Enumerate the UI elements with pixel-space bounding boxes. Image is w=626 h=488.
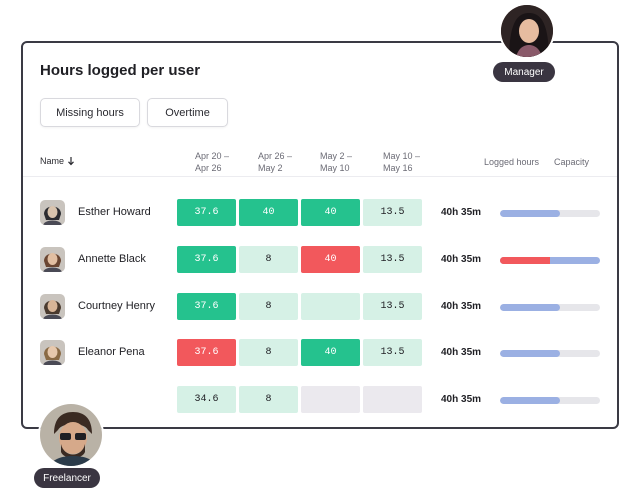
week-header-2: Apr 26 – May 2 <box>258 150 318 174</box>
freelancer-avatar <box>38 402 104 468</box>
capacity-header: Capacity <box>554 157 590 167</box>
hours-cell[interactable]: 37.6 <box>177 246 236 273</box>
week-header-3-end: May 10 <box>320 163 350 173</box>
logged-hours-value: 40h 35m <box>441 394 482 405</box>
capacity-over-fill <box>500 257 550 264</box>
user-photo-icon <box>40 247 65 272</box>
capacity-bar <box>500 397 600 404</box>
week-header-1: Apr 20 – Apr 26 <box>195 150 255 174</box>
user-photo-icon <box>40 200 65 225</box>
capacity-bar <box>500 350 600 357</box>
week-header-3: May 2 – May 10 <box>320 150 380 174</box>
sort-down-icon <box>68 157 74 166</box>
freelancer-photo-icon <box>40 404 102 466</box>
week-header-2-end: May 2 <box>258 163 283 173</box>
manager-badge: Manager <box>493 62 555 82</box>
hours-cell[interactable]: 13.5 <box>363 199 422 226</box>
hours-cell[interactable]: 8 <box>239 339 298 366</box>
capacity-bar <box>500 304 600 311</box>
week-header-1-end: Apr 26 <box>195 163 222 173</box>
hours-cell[interactable] <box>363 386 422 413</box>
logged-hours-value: 40h 35m <box>441 207 482 218</box>
hours-cell[interactable] <box>301 293 360 320</box>
week-header-4-end: May 16 <box>383 163 413 173</box>
capacity-fill <box>500 350 560 357</box>
name-column-header[interactable]: Name <box>40 156 75 166</box>
user-name[interactable]: Courtney Henry <box>78 300 155 312</box>
hours-cell[interactable]: 8 <box>239 246 298 273</box>
hours-cell[interactable]: 40 <box>301 246 360 273</box>
logged-hours-header: Logged hours <box>484 157 540 167</box>
hours-cell[interactable]: 34.6 <box>177 386 236 413</box>
capacity-fill <box>500 397 560 404</box>
hours-cell[interactable]: 13.5 <box>363 246 422 273</box>
week-header-4-start: May 10 – <box>383 151 421 161</box>
hours-cell[interactable]: 40 <box>239 199 298 226</box>
capacity-fill <box>500 304 560 311</box>
hours-cell[interactable] <box>301 386 360 413</box>
card-title: Hours logged per user <box>40 62 201 79</box>
user-name[interactable]: Annette Black <box>78 253 146 265</box>
hours-cell[interactable]: 40 <box>301 199 360 226</box>
hours-cell[interactable]: 37.6 <box>177 339 236 366</box>
manager-avatar <box>499 3 555 59</box>
capacity-bar <box>500 210 600 217</box>
user-name[interactable]: Esther Howard <box>78 206 151 218</box>
user-photo-icon <box>40 294 65 319</box>
hours-cell[interactable]: 37.6 <box>177 199 236 226</box>
user-photo-icon <box>40 340 65 365</box>
header-divider <box>23 176 617 177</box>
user-avatar <box>40 200 65 225</box>
hours-cell[interactable]: 40 <box>301 339 360 366</box>
capacity-fill <box>500 210 560 217</box>
user-avatar <box>40 340 65 365</box>
week-header-2-start: Apr 26 – <box>258 151 293 161</box>
missing-hours-button[interactable]: Missing hours <box>40 98 140 127</box>
overtime-button[interactable]: Overtime <box>147 98 228 127</box>
hours-cell[interactable]: 13.5 <box>363 339 422 366</box>
week-header-3-start: May 2 – <box>320 151 353 161</box>
user-name[interactable]: Eleanor Pena <box>78 346 145 358</box>
hours-cell[interactable]: 37.6 <box>177 293 236 320</box>
logged-hours-value: 40h 35m <box>441 254 482 265</box>
user-avatar <box>40 294 65 319</box>
hours-cell[interactable]: 13.5 <box>363 293 422 320</box>
user-avatar <box>40 247 65 272</box>
name-column-label: Name <box>40 156 65 166</box>
logged-hours-value: 40h 35m <box>441 301 482 312</box>
logged-hours-value: 40h 35m <box>441 347 482 358</box>
hours-cell[interactable]: 8 <box>239 386 298 413</box>
capacity-bar <box>500 257 600 264</box>
hours-cell[interactable]: 8 <box>239 293 298 320</box>
freelancer-badge: Freelancer <box>34 468 100 488</box>
week-header-1-start: Apr 20 – <box>195 151 230 161</box>
week-header-4: May 10 – May 16 <box>383 150 443 174</box>
